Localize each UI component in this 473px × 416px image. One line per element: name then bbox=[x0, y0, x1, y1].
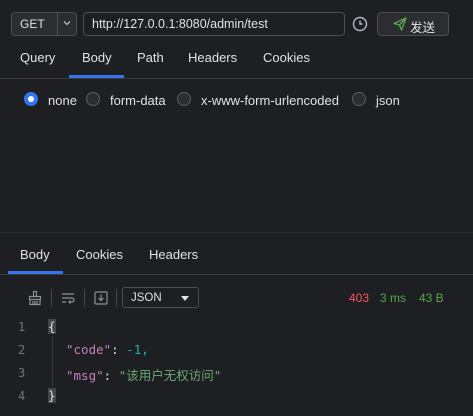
download-icon[interactable] bbox=[93, 290, 109, 306]
send-button[interactable]: 发送 bbox=[377, 12, 449, 36]
broom-icon[interactable] bbox=[27, 290, 43, 306]
radio-none-label[interactable]: none bbox=[48, 93, 77, 108]
json-number: -1, bbox=[126, 342, 149, 357]
send-label: 发送 bbox=[410, 21, 436, 35]
json-string: "该用户无权访问" bbox=[118, 368, 222, 383]
response-tabs-divider bbox=[0, 274, 473, 275]
wrap-icon[interactable] bbox=[60, 290, 76, 306]
line-number: 1 bbox=[18, 320, 26, 334]
code-line: "msg": "该用户无权访问" bbox=[66, 365, 221, 384]
response-tab-cookies[interactable]: Cookies bbox=[76, 247, 123, 262]
radio-json-label[interactable]: json bbox=[376, 93, 400, 108]
radio-none[interactable] bbox=[24, 92, 38, 106]
line-number: 3 bbox=[18, 366, 26, 380]
radio-x-www-form-urlencoded-label[interactable]: x-www-form-urlencoded bbox=[201, 93, 339, 108]
json-key: "code" bbox=[66, 342, 112, 357]
json-colon: : bbox=[103, 368, 119, 383]
response-size: 43 B bbox=[419, 291, 444, 305]
radio-form-data-label[interactable]: form-data bbox=[110, 93, 166, 108]
line-number: 2 bbox=[18, 343, 26, 357]
chevron-down-icon[interactable] bbox=[61, 17, 73, 29]
json-colon: : bbox=[111, 342, 127, 357]
method-label: GET bbox=[20, 17, 45, 31]
tab-headers[interactable]: Headers bbox=[188, 50, 237, 65]
clock-icon[interactable] bbox=[351, 15, 369, 33]
method-select[interactable]: GET bbox=[11, 12, 77, 36]
tab-body[interactable]: Body bbox=[82, 50, 112, 65]
toolbar-separator bbox=[84, 289, 85, 307]
tab-cookies[interactable]: Cookies bbox=[263, 50, 310, 65]
code-brace-open: { bbox=[48, 319, 56, 334]
indent-guide bbox=[52, 336, 53, 386]
radio-json[interactable] bbox=[352, 92, 366, 106]
request-tabs-divider bbox=[0, 78, 473, 79]
tab-query[interactable]: Query bbox=[20, 50, 55, 65]
code-line: "code": -1, bbox=[66, 342, 149, 357]
url-input[interactable]: http://127.0.0.1:8080/admin/test bbox=[83, 12, 345, 36]
radio-x-www-form-urlencoded[interactable] bbox=[177, 92, 191, 106]
response-top-divider bbox=[0, 232, 473, 233]
json-key: "msg" bbox=[66, 368, 104, 383]
response-tab-headers[interactable]: Headers bbox=[149, 247, 198, 262]
code-brace-close: } bbox=[48, 388, 56, 403]
response-tab-body[interactable]: Body bbox=[20, 247, 50, 262]
radio-form-data[interactable] bbox=[86, 92, 100, 106]
method-divider bbox=[57, 13, 58, 35]
format-select[interactable]: JSON bbox=[122, 287, 199, 308]
response-time: 3 ms bbox=[380, 291, 407, 305]
caret-down-icon bbox=[181, 296, 189, 301]
paper-plane-icon bbox=[393, 17, 407, 31]
format-label: JSON bbox=[131, 292, 162, 304]
toolbar-separator bbox=[116, 289, 117, 307]
url-text[interactable]: http://127.0.0.1:8080/admin/test bbox=[92, 17, 268, 31]
tab-path[interactable]: Path bbox=[137, 50, 164, 65]
line-number: 4 bbox=[18, 389, 26, 403]
status-code: 403 bbox=[349, 291, 370, 305]
toolbar-separator bbox=[51, 289, 52, 307]
